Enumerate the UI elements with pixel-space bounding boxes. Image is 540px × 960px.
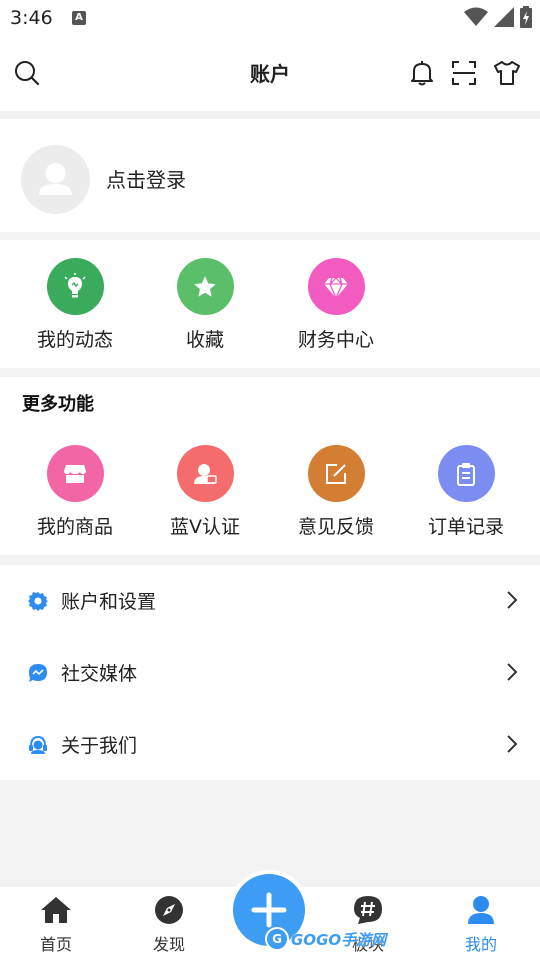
feature-blue-v-verification[interactable]: 蓝V认证 — [150, 445, 260, 539]
clipboard-icon — [437, 445, 495, 502]
feature-order-history[interactable]: 订单记录 — [411, 445, 521, 539]
bell-icon[interactable] — [408, 59, 436, 87]
signal-icon — [494, 7, 514, 27]
bulb-icon — [46, 258, 104, 315]
avatar[interactable] — [21, 145, 90, 214]
chevron-right-icon — [507, 735, 518, 753]
tab-label: 我的 — [464, 935, 497, 954]
more-features: 更多功能 我的商品 蓝V认证 意见反馈 订单记录 — [0, 377, 540, 555]
feature-feedback[interactable]: 意见反馈 — [281, 445, 391, 539]
tab-home[interactable]: 首页 — [16, 895, 96, 955]
gear-icon — [28, 592, 48, 611]
user-badge-icon — [176, 445, 234, 502]
headset-icon — [29, 735, 47, 754]
section-title: 更多功能 — [22, 394, 94, 415]
notification-icon: A — [72, 11, 86, 25]
home-icon — [41, 897, 71, 923]
diamond-icon — [307, 258, 365, 315]
quick-item-my-posts[interactable]: 我的动态 — [20, 258, 130, 352]
chevron-right-icon — [507, 663, 518, 681]
chat-icon — [29, 664, 47, 682]
tab-me[interactable]: 我的 — [441, 895, 521, 955]
login-card[interactable]: 点击登录 — [0, 119, 540, 232]
watermark: G GOGO手游网 — [265, 927, 386, 951]
chevron-right-icon — [507, 591, 518, 609]
feature-my-products[interactable]: 我的商品 — [20, 445, 130, 539]
menu-item-label: 社交媒体 — [61, 663, 138, 685]
menu-item-about-us[interactable]: 关于我们 — [0, 709, 540, 780]
tshirt-icon[interactable] — [493, 59, 521, 87]
hashtag-icon — [354, 896, 382, 924]
quick-item-favorites[interactable]: 收藏 — [150, 258, 260, 352]
tab-label: 发现 — [152, 935, 185, 954]
feature-label: 我的商品 — [36, 516, 113, 538]
quick-actions: 我的动态 收藏 财务中心 — [0, 240, 540, 368]
shop-icon — [46, 445, 104, 502]
edit-icon — [307, 445, 365, 502]
status-bar: 3:46 A — [0, 0, 540, 36]
feature-label: 意见反馈 — [297, 516, 374, 538]
quick-item-label: 我的动态 — [36, 329, 113, 351]
system-icons — [464, 6, 532, 28]
battery-icon — [520, 6, 532, 28]
feature-label: 订单记录 — [427, 516, 504, 538]
star-icon — [176, 258, 234, 315]
quick-item-label: 财务中心 — [297, 329, 374, 351]
login-prompt[interactable]: 点击登录 — [106, 164, 186, 193]
menu-item-label: 账户和设置 — [61, 591, 157, 613]
plus-icon — [251, 892, 287, 928]
settings-list: 账户和设置 社交媒体 关于我们 — [0, 565, 540, 780]
feature-label: 蓝V认证 — [170, 516, 240, 538]
quick-item-finance[interactable]: 财务中心 — [281, 258, 391, 352]
tab-label: 首页 — [39, 935, 72, 954]
person-icon — [468, 896, 494, 924]
top-bar: 账户 — [0, 36, 540, 111]
menu-item-label: 关于我们 — [61, 735, 138, 757]
wifi-icon — [464, 7, 488, 26]
scan-icon[interactable] — [450, 59, 478, 87]
watermark-logo-icon: G — [265, 927, 289, 951]
avatar-placeholder-icon — [39, 163, 72, 195]
watermark-text: GOGO手游网 — [291, 930, 387, 949]
tab-discover[interactable]: 发现 — [129, 895, 209, 955]
quick-item-label: 收藏 — [185, 329, 224, 351]
menu-item-account-settings[interactable]: 账户和设置 — [0, 565, 540, 636]
menu-item-social-media[interactable]: 社交媒体 — [0, 637, 540, 708]
compass-icon — [155, 896, 183, 924]
status-time: 3:46 — [10, 7, 53, 29]
